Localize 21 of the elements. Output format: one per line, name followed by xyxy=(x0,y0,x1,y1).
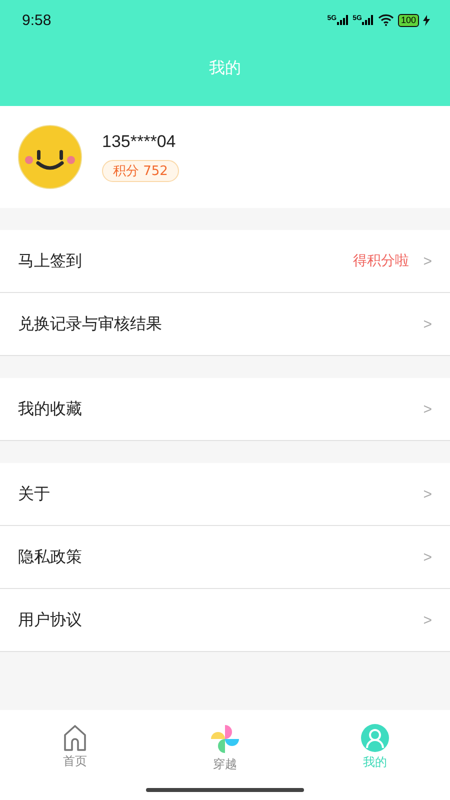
menu-item[interactable]: 兑换记录与审核结果 > xyxy=(0,293,450,356)
signal-icon xyxy=(362,15,374,25)
battery-indicator: 100 xyxy=(398,14,419,26)
smiley-avatar xyxy=(18,125,82,189)
wifi-icon xyxy=(378,14,394,26)
home-icon xyxy=(62,724,88,751)
menu-item[interactable]: 我的收藏 > xyxy=(0,378,450,441)
page-title: 我的 xyxy=(208,56,242,78)
tab[interactable]: 穿越 xyxy=(150,724,300,771)
points-badge: 积分 752 xyxy=(102,160,179,182)
tab[interactable]: 首页 xyxy=(0,724,150,768)
menu-item[interactable]: 隐私政策 > xyxy=(0,526,450,589)
user-icon xyxy=(361,724,389,752)
status-time: 9:58 xyxy=(22,12,52,28)
menu-item[interactable]: 关于 > xyxy=(0,463,450,526)
phone-number: 135****04 xyxy=(102,132,176,152)
signal-icon xyxy=(336,15,349,25)
menu-item[interactable]: 用户协议 > xyxy=(0,589,450,652)
charging-icon xyxy=(423,14,430,26)
pinwheel-icon xyxy=(210,724,240,754)
menu-item[interactable]: 马上签到 得积分啦 > xyxy=(0,230,450,293)
